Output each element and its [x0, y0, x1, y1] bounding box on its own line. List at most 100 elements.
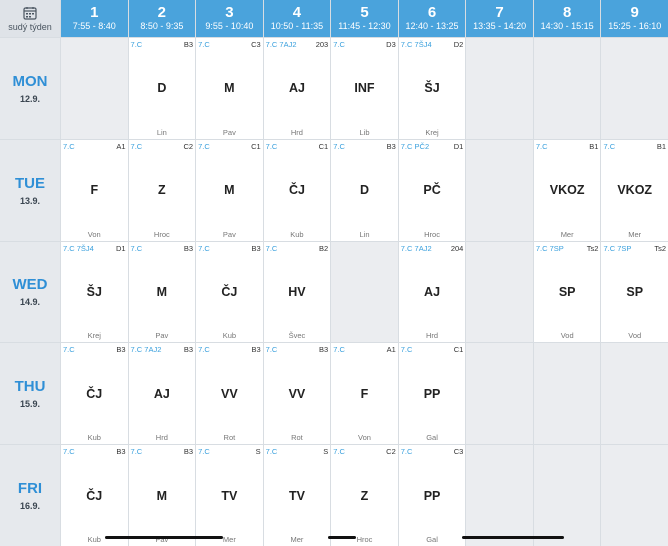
teacher-label: Mer: [628, 229, 642, 239]
room-label: C3: [251, 40, 261, 49]
empty-slot: [466, 241, 533, 343]
day-date: 13.9.: [19, 195, 41, 206]
period-time: 8:50 - 9:35: [140, 21, 184, 31]
lesson-cell[interactable]: 7.C B2 HV Švec: [263, 241, 331, 343]
class-group: 7.C: [333, 141, 345, 151]
lesson-cell[interactable]: 7.C B3 M Pav: [128, 241, 196, 343]
lesson-cell[interactable]: 7.C S TV Mer: [196, 445, 263, 546]
lesson-cell[interactable]: 7.C B1 VKOZ Mer: [533, 139, 601, 241]
period-header-1[interactable]: 1 7:55 - 8:40: [61, 0, 128, 37]
teacher-label: Vod: [628, 331, 642, 341]
lesson-cell[interactable]: 7.C B3 ČJ Kub: [61, 445, 128, 546]
class-group: 7.C: [63, 345, 75, 355]
room-label: B3: [251, 243, 261, 253]
period-header-2[interactable]: 2 8:50 - 9:35: [128, 0, 196, 37]
lesson-cell[interactable]: 7.C 7AJ2 B3 AJ Hrd: [128, 343, 196, 445]
teacher-label: Gal: [426, 535, 438, 544]
lesson-cell[interactable]: 7.C PČ2 D1 PČ Hroc: [398, 139, 466, 241]
subject-label: INF: [354, 81, 375, 96]
subject-label: Z: [158, 183, 166, 198]
lesson-cell[interactable]: 7.C C3 PP Gal: [398, 445, 466, 546]
room-label: C1: [251, 141, 261, 151]
teacher-label: Kub: [87, 433, 101, 443]
day-date: 12.9.: [19, 93, 41, 104]
lesson-cell[interactable]: 7.C B3 ČJ Kub: [61, 343, 128, 445]
room-label: B1: [656, 141, 666, 151]
period-header-9[interactable]: 9 15:25 - 16:10: [601, 0, 668, 37]
empty-slot: [331, 241, 398, 343]
period-header-8[interactable]: 8 14:30 - 15:15: [533, 0, 601, 37]
room-label: A1: [386, 345, 396, 355]
subject-label: M: [156, 488, 168, 503]
room-label: S: [255, 447, 261, 457]
teacher-label: Hrd: [155, 433, 168, 443]
lesson-cell[interactable]: 7.C B3 D Lin: [331, 139, 398, 241]
lesson-cell[interactable]: 7.C 7AJ2 204 AJ Hrd: [398, 241, 466, 343]
day-name: FRI: [17, 480, 43, 498]
day-name: TUE: [15, 174, 45, 192]
empty-slot: [466, 343, 533, 445]
class-group: 7.C 7SP: [535, 243, 564, 253]
class-group: 7.C 7ŠJ4: [400, 40, 432, 49]
teacher-label: Hroc: [424, 229, 440, 239]
class-group: 7.C 7AJ2: [400, 243, 432, 253]
room-label: B3: [319, 345, 329, 355]
lesson-cell[interactable]: 7.C C1 ČJ Kub: [263, 139, 331, 241]
week-toggle[interactable]: sudý týden: [0, 0, 60, 37]
period-header-6[interactable]: 6 12:40 - 13:25: [398, 0, 466, 37]
period-header-5[interactable]: 5 11:45 - 12:30: [331, 0, 398, 37]
day-label-mon: MON 12.9.: [0, 38, 60, 139]
scroll-indicator: [105, 536, 223, 539]
subject-label: AJ: [424, 284, 441, 299]
room-label: C2: [183, 141, 194, 151]
period-header-4[interactable]: 4 10:50 - 11:35: [263, 0, 331, 37]
lesson-cell[interactable]: 7.C D3 INF Lib: [331, 38, 398, 139]
lesson-cell[interactable]: 7.C C2 Z Hroc: [128, 139, 196, 241]
period-header-7[interactable]: 7 13:35 - 14:20: [466, 0, 533, 37]
subject-label: F: [90, 183, 99, 198]
period-time: 15:25 - 16:10: [608, 21, 662, 31]
class-group: 7.C: [400, 345, 413, 355]
lesson-cell[interactable]: 7.C 7ŠJ4 D1 ŠJ Krej: [61, 241, 128, 343]
lesson-cell[interactable]: 7.C C2 Z Hroc: [331, 445, 398, 546]
lesson-cell[interactable]: 7.C B3 M Pav: [128, 445, 196, 546]
day-name: WED: [12, 276, 48, 294]
class-group: 7.C: [198, 447, 210, 457]
room-label: C3: [453, 447, 464, 457]
lesson-cell[interactable]: 7.C 7AJ2 203 AJ Hrd: [263, 38, 331, 139]
subject-label: VKOZ: [549, 183, 585, 198]
lesson-cell[interactable]: 7.C B3 D Lin: [128, 38, 196, 139]
room-label: B3: [116, 447, 126, 457]
day-name: THU: [14, 378, 46, 396]
lesson-cell[interactable]: 7.C 7ŠJ4 D2 ŠJ Krej: [398, 38, 466, 139]
empty-slot: [533, 343, 601, 445]
lesson-cell[interactable]: 7.C C1 M Pav: [196, 139, 263, 241]
subject-label: ČJ: [288, 183, 305, 198]
lesson-cell[interactable]: 7.C B3 VV Rot: [196, 343, 263, 445]
period-number: 3: [225, 4, 234, 21]
class-group: 7.C 7AJ2: [265, 40, 297, 49]
lesson-cell[interactable]: 7.C A1 F Von: [61, 139, 128, 241]
lesson-cell[interactable]: 7.C 7SP Ts2 SP Vod: [601, 241, 668, 343]
subject-label: TV: [221, 488, 238, 503]
room-label: B3: [116, 345, 126, 355]
day-label-fri: FRI 16.9.: [0, 445, 60, 546]
room-label: D2: [453, 40, 464, 49]
lesson-cell[interactable]: 7.C A1 F Von: [331, 343, 398, 445]
lesson-cell[interactable]: 7.C 7SP Ts2 SP Vod: [533, 241, 601, 343]
subject-label: PČ: [423, 183, 441, 198]
lesson-cell[interactable]: 7.C S TV Mer: [263, 445, 331, 546]
period-number: 6: [427, 4, 437, 21]
empty-slot: [466, 139, 533, 241]
lesson-cell[interactable]: 7.C B3 ČJ Kub: [196, 241, 263, 343]
period-time: 12:40 - 13:25: [405, 21, 459, 31]
class-group: 7.C: [333, 447, 345, 457]
lesson-cell[interactable]: 7.C C1 PP Gal: [398, 343, 466, 445]
lesson-cell[interactable]: 7.C B3 VV Rot: [263, 343, 331, 445]
teacher-label: Vod: [560, 331, 574, 341]
period-header-3[interactable]: 3 9:55 - 10:40: [196, 0, 263, 37]
subject-label: ČJ: [86, 386, 103, 401]
class-group: 7.C: [265, 141, 278, 151]
lesson-cell[interactable]: 7.C C3 M Pav: [196, 38, 263, 139]
lesson-cell[interactable]: 7.C B1 VKOZ Mer: [601, 139, 668, 241]
